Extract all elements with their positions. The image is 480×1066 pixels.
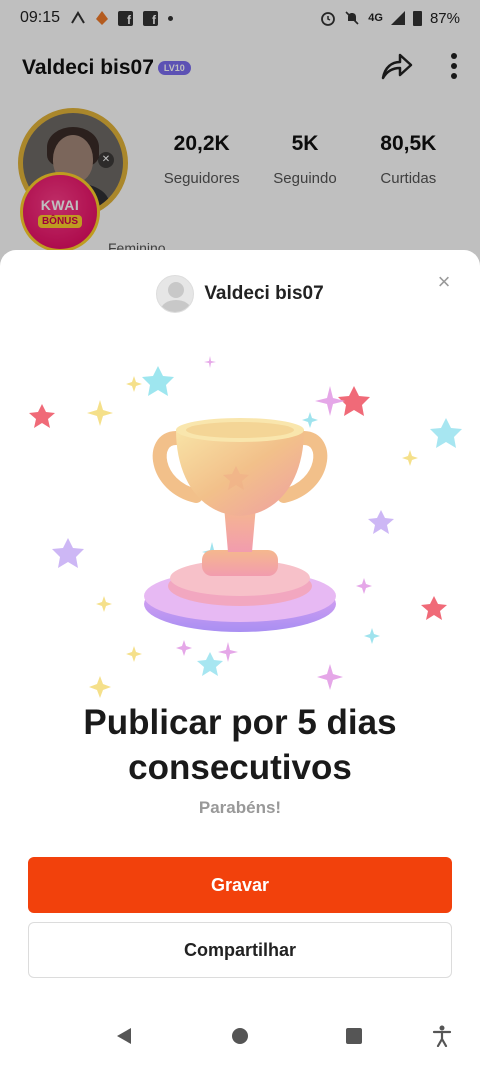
trophy-illustration bbox=[0, 346, 480, 706]
decor-sparkles-pink bbox=[176, 356, 372, 690]
system-nav-bar bbox=[0, 1006, 480, 1066]
achievement-sheet: Valdeci bis07 × Publicar por 5 dias cons… bbox=[0, 250, 480, 1066]
achievement-title: Publicar por 5 dias consecutivos bbox=[83, 703, 397, 787]
record-button[interactable]: Gravar bbox=[28, 857, 452, 913]
sheet-header: Valdeci bis07 bbox=[0, 274, 480, 314]
user-avatar bbox=[156, 275, 195, 313]
home-icon[interactable] bbox=[228, 1024, 252, 1048]
back-icon[interactable] bbox=[112, 1024, 136, 1048]
close-icon[interactable]: × bbox=[432, 270, 456, 294]
achievement-subtitle: Parabéns! bbox=[198, 798, 282, 817]
recents-icon[interactable] bbox=[342, 1024, 366, 1048]
sheet-username: Valdeci bis07 bbox=[204, 283, 324, 304]
accessibility-icon[interactable] bbox=[430, 1024, 454, 1048]
share-button[interactable]: Compartilhar bbox=[28, 922, 452, 978]
